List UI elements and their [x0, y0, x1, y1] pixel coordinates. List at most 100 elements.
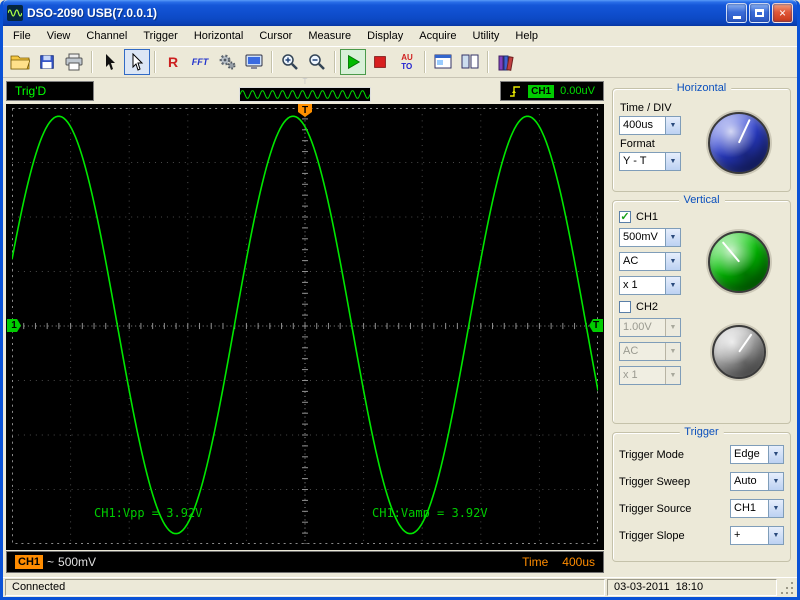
edge-trigger-icon: [510, 86, 521, 97]
menu-display[interactable]: Display: [359, 27, 411, 45]
ch1-probe-select[interactable]: x 1 ▼: [619, 276, 681, 295]
pointer-button[interactable]: [124, 49, 150, 75]
chevron-down-icon[interactable]: ▼: [665, 229, 680, 246]
trigger-state-box: Trig'D: [6, 81, 94, 101]
preview-waveform-box: [239, 87, 371, 102]
auto-button[interactable]: AU TO: [394, 49, 420, 75]
chevron-down-icon[interactable]: ▼: [768, 446, 783, 463]
ch1-label: CH1: [636, 211, 659, 223]
chevron-down-icon[interactable]: ▼: [665, 277, 680, 294]
chevron-down-icon[interactable]: ▼: [768, 473, 783, 490]
resize-grip[interactable]: [779, 579, 795, 596]
ch1-position-knob[interactable]: [707, 230, 770, 293]
trigger-group: Trigger Trigger Mode Edge ▼ Trigger Swee…: [612, 426, 791, 562]
refresh-r-button[interactable]: R: [160, 49, 186, 75]
trigger-source-badge: CH1: [528, 84, 555, 98]
close-icon: ×: [778, 6, 786, 20]
stop-button[interactable]: [367, 49, 393, 75]
scope-column: Trig'D T CH1 0.00uV T 1 T CH1:Vpp = 3.92…: [3, 77, 607, 577]
chevron-down-icon: ▼: [665, 319, 680, 336]
menu-trigger[interactable]: Trigger: [135, 27, 185, 45]
start-button[interactable]: [340, 49, 366, 75]
window-layout-icon: [434, 54, 452, 69]
menu-help[interactable]: Help: [507, 27, 546, 45]
trigger-level-value: 0.00uV: [560, 85, 595, 97]
toolbar-separator: [154, 51, 156, 73]
trigger-slope-select[interactable]: + ▼: [730, 526, 784, 545]
ch2-probe-select: x 1 ▼: [619, 366, 681, 385]
minimize-button[interactable]: [726, 3, 747, 23]
scope-grid-svg: [12, 108, 598, 544]
toolbar: R FFT AU TO: [3, 46, 797, 78]
trigger-mode-label: Trigger Mode: [619, 448, 685, 461]
scope-grid: [12, 108, 598, 544]
window-layout-button[interactable]: [430, 49, 456, 75]
app-icon[interactable]: [7, 5, 23, 21]
white-arrow-icon: [132, 53, 144, 71]
trigger-mode-select[interactable]: Edge ▼: [730, 445, 784, 464]
maximize-icon: [755, 9, 764, 17]
save-button[interactable]: [34, 49, 60, 75]
time-div-select[interactable]: 400us ▼: [619, 116, 681, 135]
ch1-coupling-select[interactable]: AC ▼: [619, 252, 681, 271]
channel-status-bar: CH1 ~ 500mV Time 400us: [6, 551, 604, 573]
chevron-down-icon[interactable]: ▼: [665, 153, 680, 170]
trigger-source-select[interactable]: CH1 ▼: [730, 499, 784, 518]
ch1-enable-row[interactable]: ✓ CH1: [619, 209, 786, 225]
chevron-down-icon[interactable]: ▼: [768, 500, 783, 517]
cursor-menu-button[interactable]: [97, 49, 123, 75]
volts-per-div-value: 500mV: [58, 555, 97, 569]
horizontal-group: Horizontal Time / DIV 400us ▼ Format Y -…: [612, 82, 791, 192]
chevron-down-icon[interactable]: ▼: [665, 117, 680, 134]
zoom-out-button[interactable]: [304, 49, 330, 75]
knob-pointer: [721, 241, 740, 263]
menu-view[interactable]: View: [39, 27, 79, 45]
menu-measure[interactable]: Measure: [300, 27, 359, 45]
monitor-icon: [245, 54, 263, 69]
status-bar: Connected 03-03-2011 18:10: [3, 577, 797, 597]
close-button[interactable]: ×: [772, 3, 793, 23]
display-config-button[interactable]: [241, 49, 267, 75]
datetime-status: 03-03-2011 18:10: [607, 579, 777, 596]
auto-label-bottom: TO: [401, 62, 413, 71]
trigger-slope-label: Trigger Slope: [619, 529, 685, 542]
menu-acquire[interactable]: Acquire: [411, 27, 464, 45]
coupling-symbol: ~: [47, 555, 55, 569]
ch1-checkbox[interactable]: ✓: [619, 211, 631, 223]
menu-channel[interactable]: Channel: [78, 27, 135, 45]
ch2-position-knob[interactable]: [711, 324, 766, 379]
split-panels-icon: [461, 54, 479, 69]
zoom-in-button[interactable]: [277, 49, 303, 75]
menu-utility[interactable]: Utility: [465, 27, 508, 45]
measurement-vpp: CH1:Vpp = 3.92V: [94, 506, 203, 520]
ch1-volts-select[interactable]: 500mV ▼: [619, 228, 681, 247]
books-icon: [498, 55, 514, 71]
knob-pointer: [737, 119, 751, 144]
preview-trigger-marker: T: [302, 77, 308, 86]
print-button[interactable]: [61, 49, 87, 75]
open-button[interactable]: [7, 49, 33, 75]
ch2-volts-select: 1.00V ▼: [619, 318, 681, 337]
menu-horizontal[interactable]: Horizontal: [186, 27, 252, 45]
menu-cursor[interactable]: Cursor: [251, 27, 300, 45]
panel-toggle-button[interactable]: [457, 49, 483, 75]
help-button[interactable]: [493, 49, 519, 75]
chevron-down-icon[interactable]: ▼: [768, 527, 783, 544]
format-select[interactable]: Y - T ▼: [619, 152, 681, 171]
menu-file[interactable]: File: [5, 27, 39, 45]
preview-waveform: [239, 90, 371, 99]
trigger-sweep-select[interactable]: Auto ▼: [730, 472, 784, 491]
fft-button[interactable]: FFT: [187, 49, 213, 75]
time-label: Time: [522, 555, 549, 569]
maximize-button[interactable]: [749, 3, 770, 23]
horizontal-position-knob[interactable]: [707, 112, 770, 174]
control-panel: Horizontal Time / DIV 400us ▼ Format Y -…: [607, 78, 797, 577]
acquisition-preview[interactable]: T: [239, 77, 371, 104]
settings-button[interactable]: [214, 49, 240, 75]
toolbar-separator: [91, 51, 93, 73]
ch2-checkbox[interactable]: [619, 301, 631, 313]
measurement-vamp: CH1:Vamp = 3.92V: [372, 506, 488, 520]
chevron-down-icon[interactable]: ▼: [665, 253, 680, 270]
ch2-enable-row[interactable]: CH2: [619, 299, 786, 315]
gears-icon: [219, 54, 236, 70]
